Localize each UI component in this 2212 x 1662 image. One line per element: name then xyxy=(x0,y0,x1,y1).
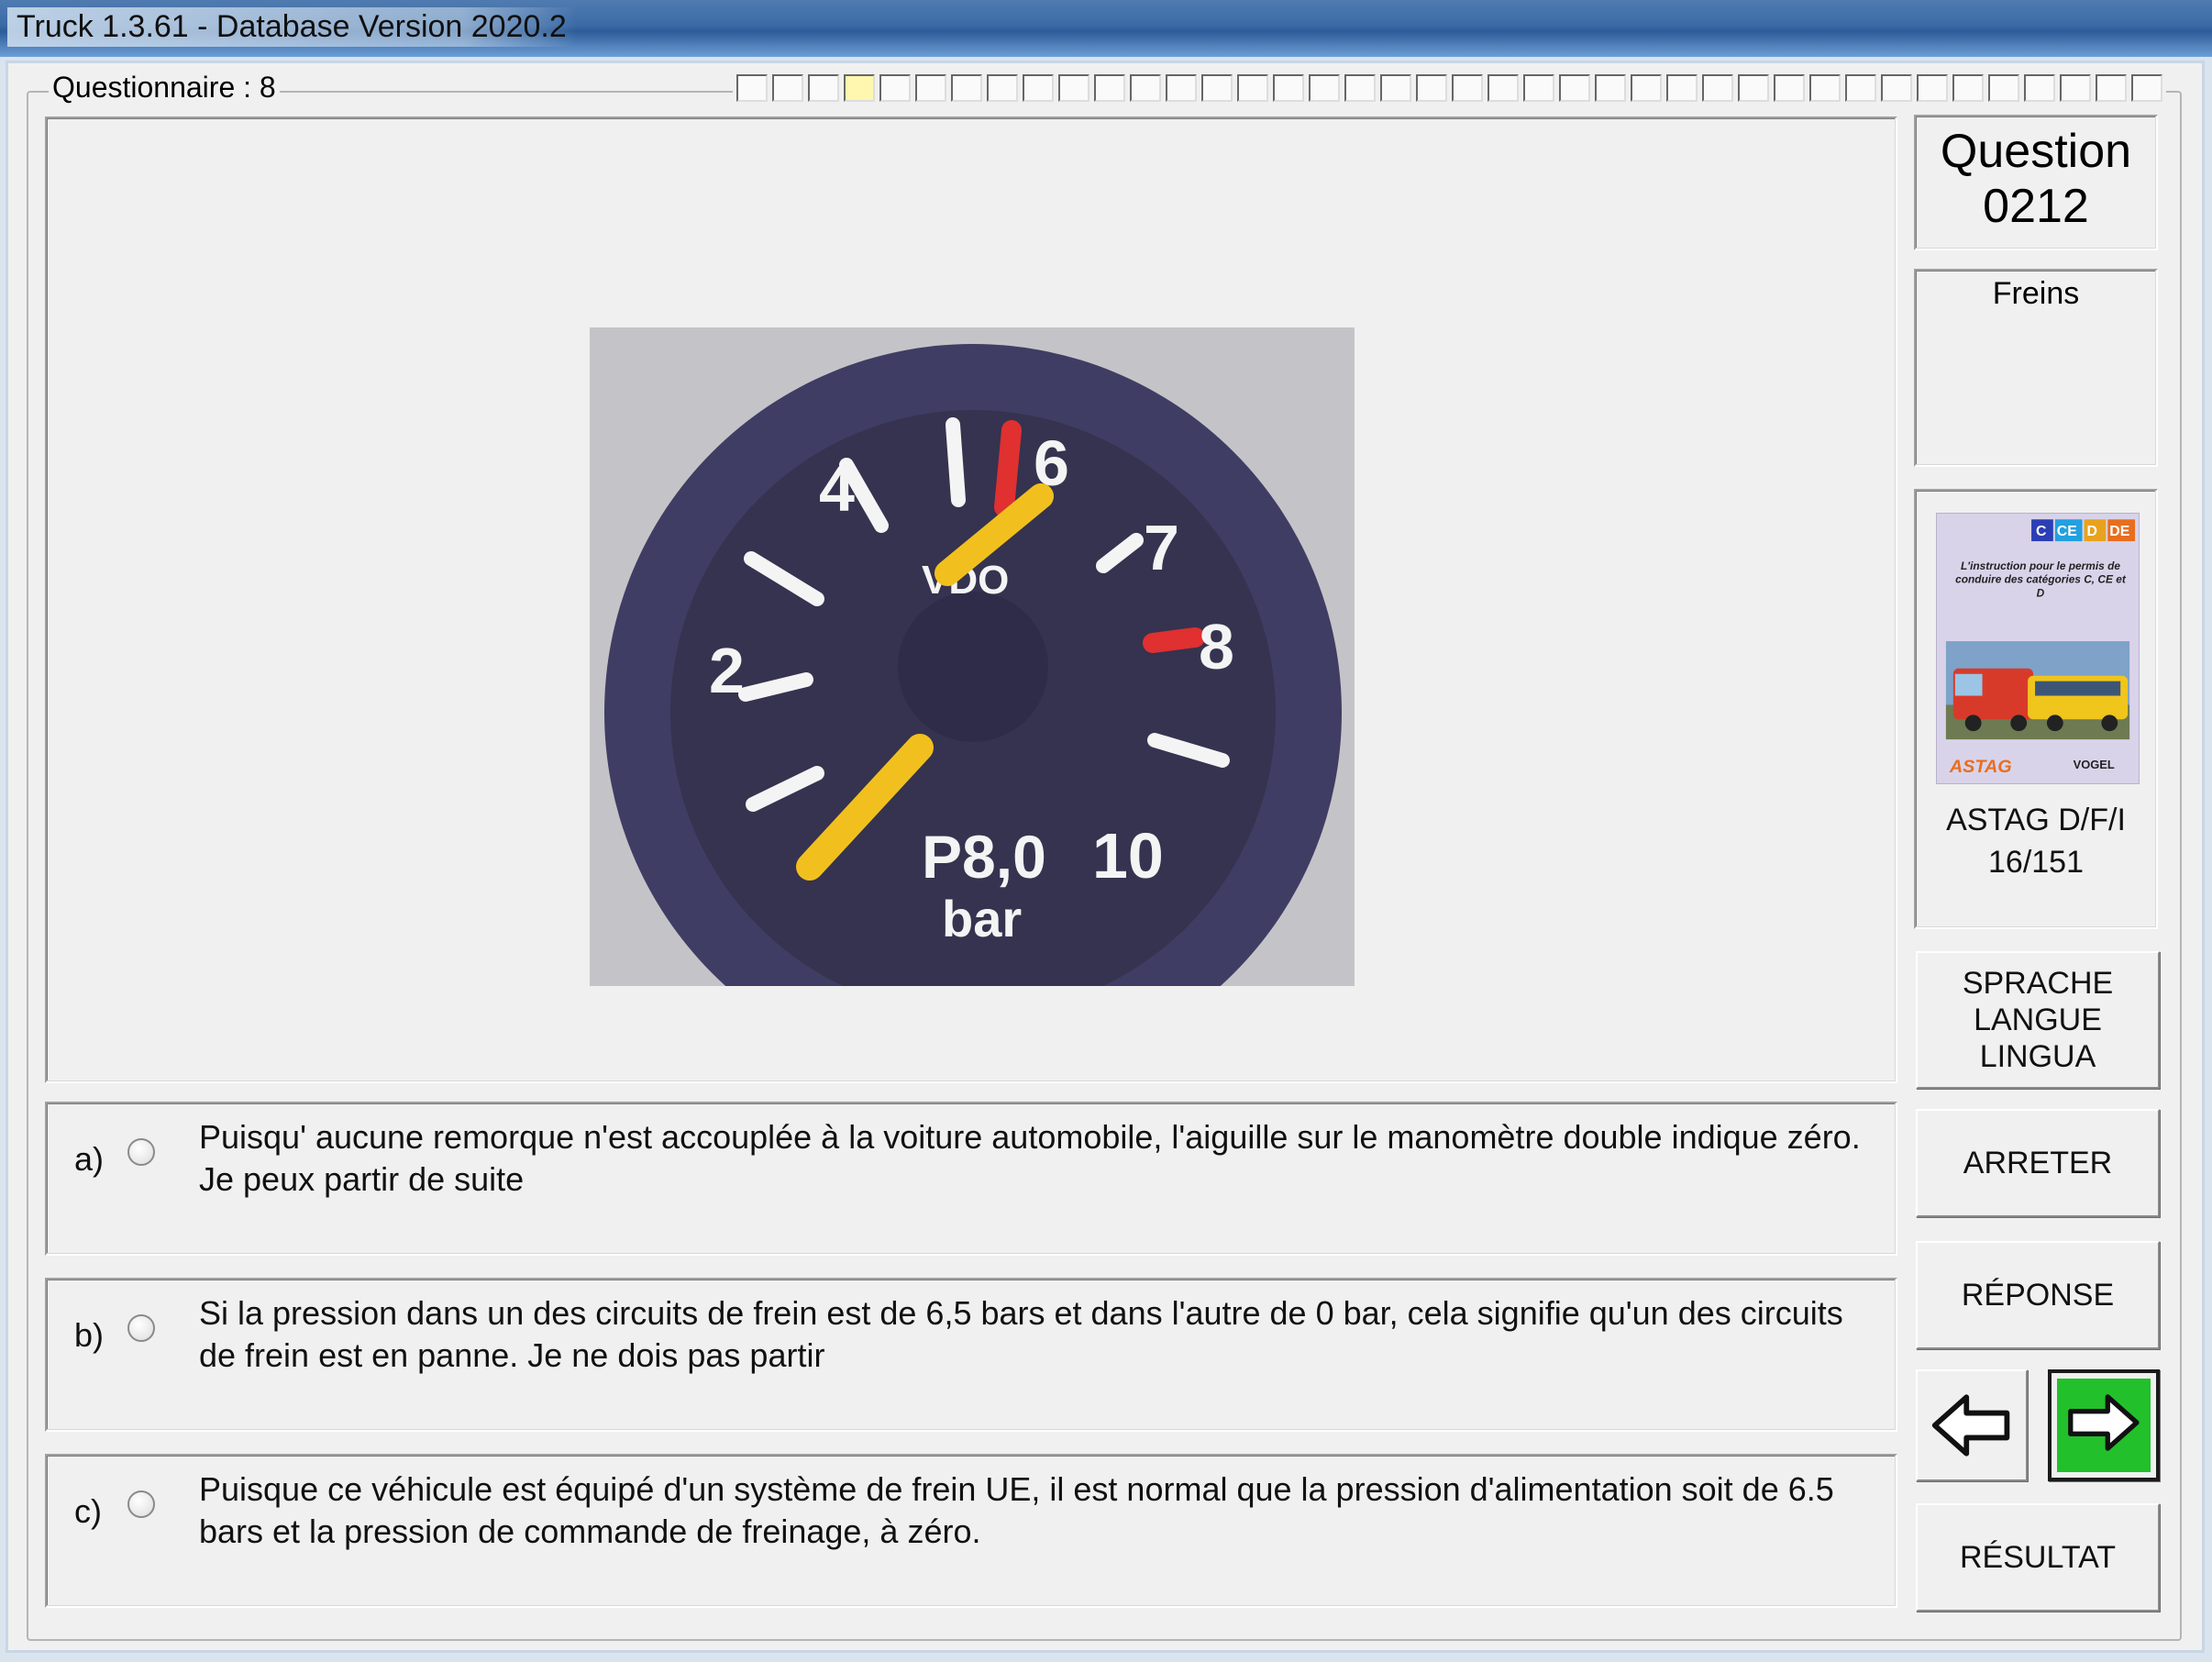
answer-text: Puisqu' aucune remorque n'est accouplée … xyxy=(199,1118,1861,1198)
book-badge-c: C xyxy=(2036,524,2047,539)
previous-question-button[interactable] xyxy=(1916,1369,2028,1481)
question-progress-bar xyxy=(733,74,2166,104)
progress-segment xyxy=(1058,74,1089,102)
window-title: Truck 1.3.61 - Database Version 2020.2 xyxy=(7,7,576,47)
book-badge-de: DE xyxy=(2109,524,2129,539)
arrow-left-icon xyxy=(1931,1394,2010,1457)
progress-segment xyxy=(951,74,982,102)
question-number: 0212 xyxy=(1983,180,2089,233)
book-caption: ASTAG D/F/I 16/151 xyxy=(1916,799,2156,883)
main-window: Questionnaire : 8 2 4 6 7 8 10 VDO P8,0 … xyxy=(6,61,2205,1653)
progress-segment xyxy=(1094,74,1125,102)
pressure-gauge-image: 2 4 6 7 8 10 VDO P8,0 bar xyxy=(590,327,1355,986)
progress-segment xyxy=(1809,74,1841,102)
progress-segment xyxy=(772,74,803,102)
answer-text: Si la pression dans un des circuits de f… xyxy=(199,1294,1843,1374)
book-badge-ce: CE xyxy=(2057,524,2077,539)
gauge-label-8: 8 xyxy=(1199,611,1234,682)
gauge-label-7: 7 xyxy=(1144,512,1179,583)
progress-segment xyxy=(808,74,839,102)
progress-segment xyxy=(1523,74,1554,102)
result-button[interactable]: RÉSULTAT xyxy=(1916,1503,2160,1612)
book-cover-image: C CE D DE L'instruction pour le permis d… xyxy=(1936,513,2140,784)
progress-segment xyxy=(1881,74,1912,102)
question-number-box: Question 0212 xyxy=(1914,115,2158,250)
progress-segment xyxy=(2131,74,2162,102)
progress-segment xyxy=(1201,74,1233,102)
progress-segment xyxy=(1559,74,1590,102)
progress-segment xyxy=(1344,74,1376,102)
gauge-pressure-label: P8,0 xyxy=(922,823,1046,891)
progress-segment xyxy=(879,74,911,102)
answer-b-radio[interactable] xyxy=(127,1314,155,1342)
book-badge-d: D xyxy=(2087,524,2097,539)
next-question-button[interactable] xyxy=(2048,1369,2160,1481)
progress-segment xyxy=(1166,74,1197,102)
progress-segment xyxy=(1380,74,1411,102)
book-caption-page: 16/151 xyxy=(1988,845,2084,880)
progress-segment xyxy=(987,74,1018,102)
answer-option-b[interactable]: b) Si la pression dans un des circuits d… xyxy=(45,1278,1897,1432)
progress-segment xyxy=(1595,74,1626,102)
progress-segment xyxy=(1309,74,1340,102)
next-button-highlight xyxy=(2057,1379,2151,1472)
book-publisher-astag: ASTAG xyxy=(1949,757,2012,777)
progress-segment xyxy=(1952,74,1984,102)
question-image-panel: 2 4 6 7 8 10 VDO P8,0 bar xyxy=(45,116,1897,1083)
language-label-fr: LANGUE xyxy=(1974,1003,2102,1037)
questionnaire-label: Questionnaire : 8 xyxy=(49,71,280,105)
book-publisher-vogel: VOGEL xyxy=(2074,758,2115,771)
progress-segment xyxy=(1452,74,1483,102)
progress-segment xyxy=(844,74,875,102)
gauge-label-10: 10 xyxy=(1092,820,1164,892)
gauge-label-4: 4 xyxy=(819,453,855,525)
category-box: Freins xyxy=(1914,269,2158,467)
progress-segment xyxy=(1023,74,1054,102)
answer-a-radio[interactable] xyxy=(127,1138,155,1166)
answer-letter: a) xyxy=(74,1140,105,1178)
question-category: Freins xyxy=(1992,276,2080,311)
answer-option-c[interactable]: c) Puisque ce véhicule est équipé d'un s… xyxy=(45,1454,1897,1608)
progress-segment xyxy=(1488,74,1519,102)
progress-segment xyxy=(1130,74,1161,102)
book-caption-title: ASTAG D/F/I xyxy=(1946,803,2126,837)
language-label-it: LINGUA xyxy=(1979,1039,2096,1074)
progress-segment xyxy=(1237,74,1268,102)
language-label-de: SPRACHE xyxy=(1962,966,2114,1001)
answer-letter: c) xyxy=(74,1492,102,1530)
answer-option-a[interactable]: a) Puisqu' aucune remorque n'est accoupl… xyxy=(45,1102,1897,1256)
progress-segment xyxy=(2024,74,2055,102)
pressure-gauge-drawing: 2 4 6 7 8 10 VDO P8,0 bar xyxy=(590,327,1355,986)
progress-segment xyxy=(1917,74,1948,102)
question-heading: Question xyxy=(1940,125,2132,178)
gauge-label-2: 2 xyxy=(709,635,745,706)
progress-segment xyxy=(1774,74,1805,102)
title-bar: Truck 1.3.61 - Database Version 2020.2 xyxy=(0,0,2212,57)
book-cover-drawing: C CE D DE L'instruction pour le permis d… xyxy=(1937,514,2139,783)
arrow-right-icon xyxy=(2068,1394,2140,1451)
progress-segment xyxy=(2060,74,2091,102)
book-cover-title: L'instruction pour le permis de conduire… xyxy=(1955,559,2126,600)
progress-segment xyxy=(1845,74,1876,102)
gauge-unit-label: bar xyxy=(942,890,1022,947)
progress-segment xyxy=(915,74,946,102)
answer-letter: b) xyxy=(74,1316,105,1354)
progress-segment xyxy=(1666,74,1698,102)
stop-button[interactable]: ARRETER xyxy=(1916,1109,2160,1217)
progress-segment xyxy=(1988,74,2019,102)
reference-book-box: C CE D DE L'instruction pour le permis d… xyxy=(1914,489,2158,929)
progress-segment xyxy=(2096,74,2127,102)
progress-segment xyxy=(1738,74,1769,102)
answer-text: Puisque ce véhicule est équipé d'un syst… xyxy=(199,1470,1834,1550)
language-button[interactable]: SPRACHE LANGUE LINGUA xyxy=(1916,951,2160,1089)
progress-segment xyxy=(1631,74,1662,102)
progress-segment xyxy=(1273,74,1304,102)
progress-segment xyxy=(736,74,768,102)
show-answer-button[interactable]: RÉPONSE xyxy=(1916,1241,2160,1349)
progress-segment xyxy=(1416,74,1447,102)
question-number-text: Question 0212 xyxy=(1916,124,2156,234)
progress-segment xyxy=(1702,74,1733,102)
answer-c-radio[interactable] xyxy=(127,1490,155,1518)
